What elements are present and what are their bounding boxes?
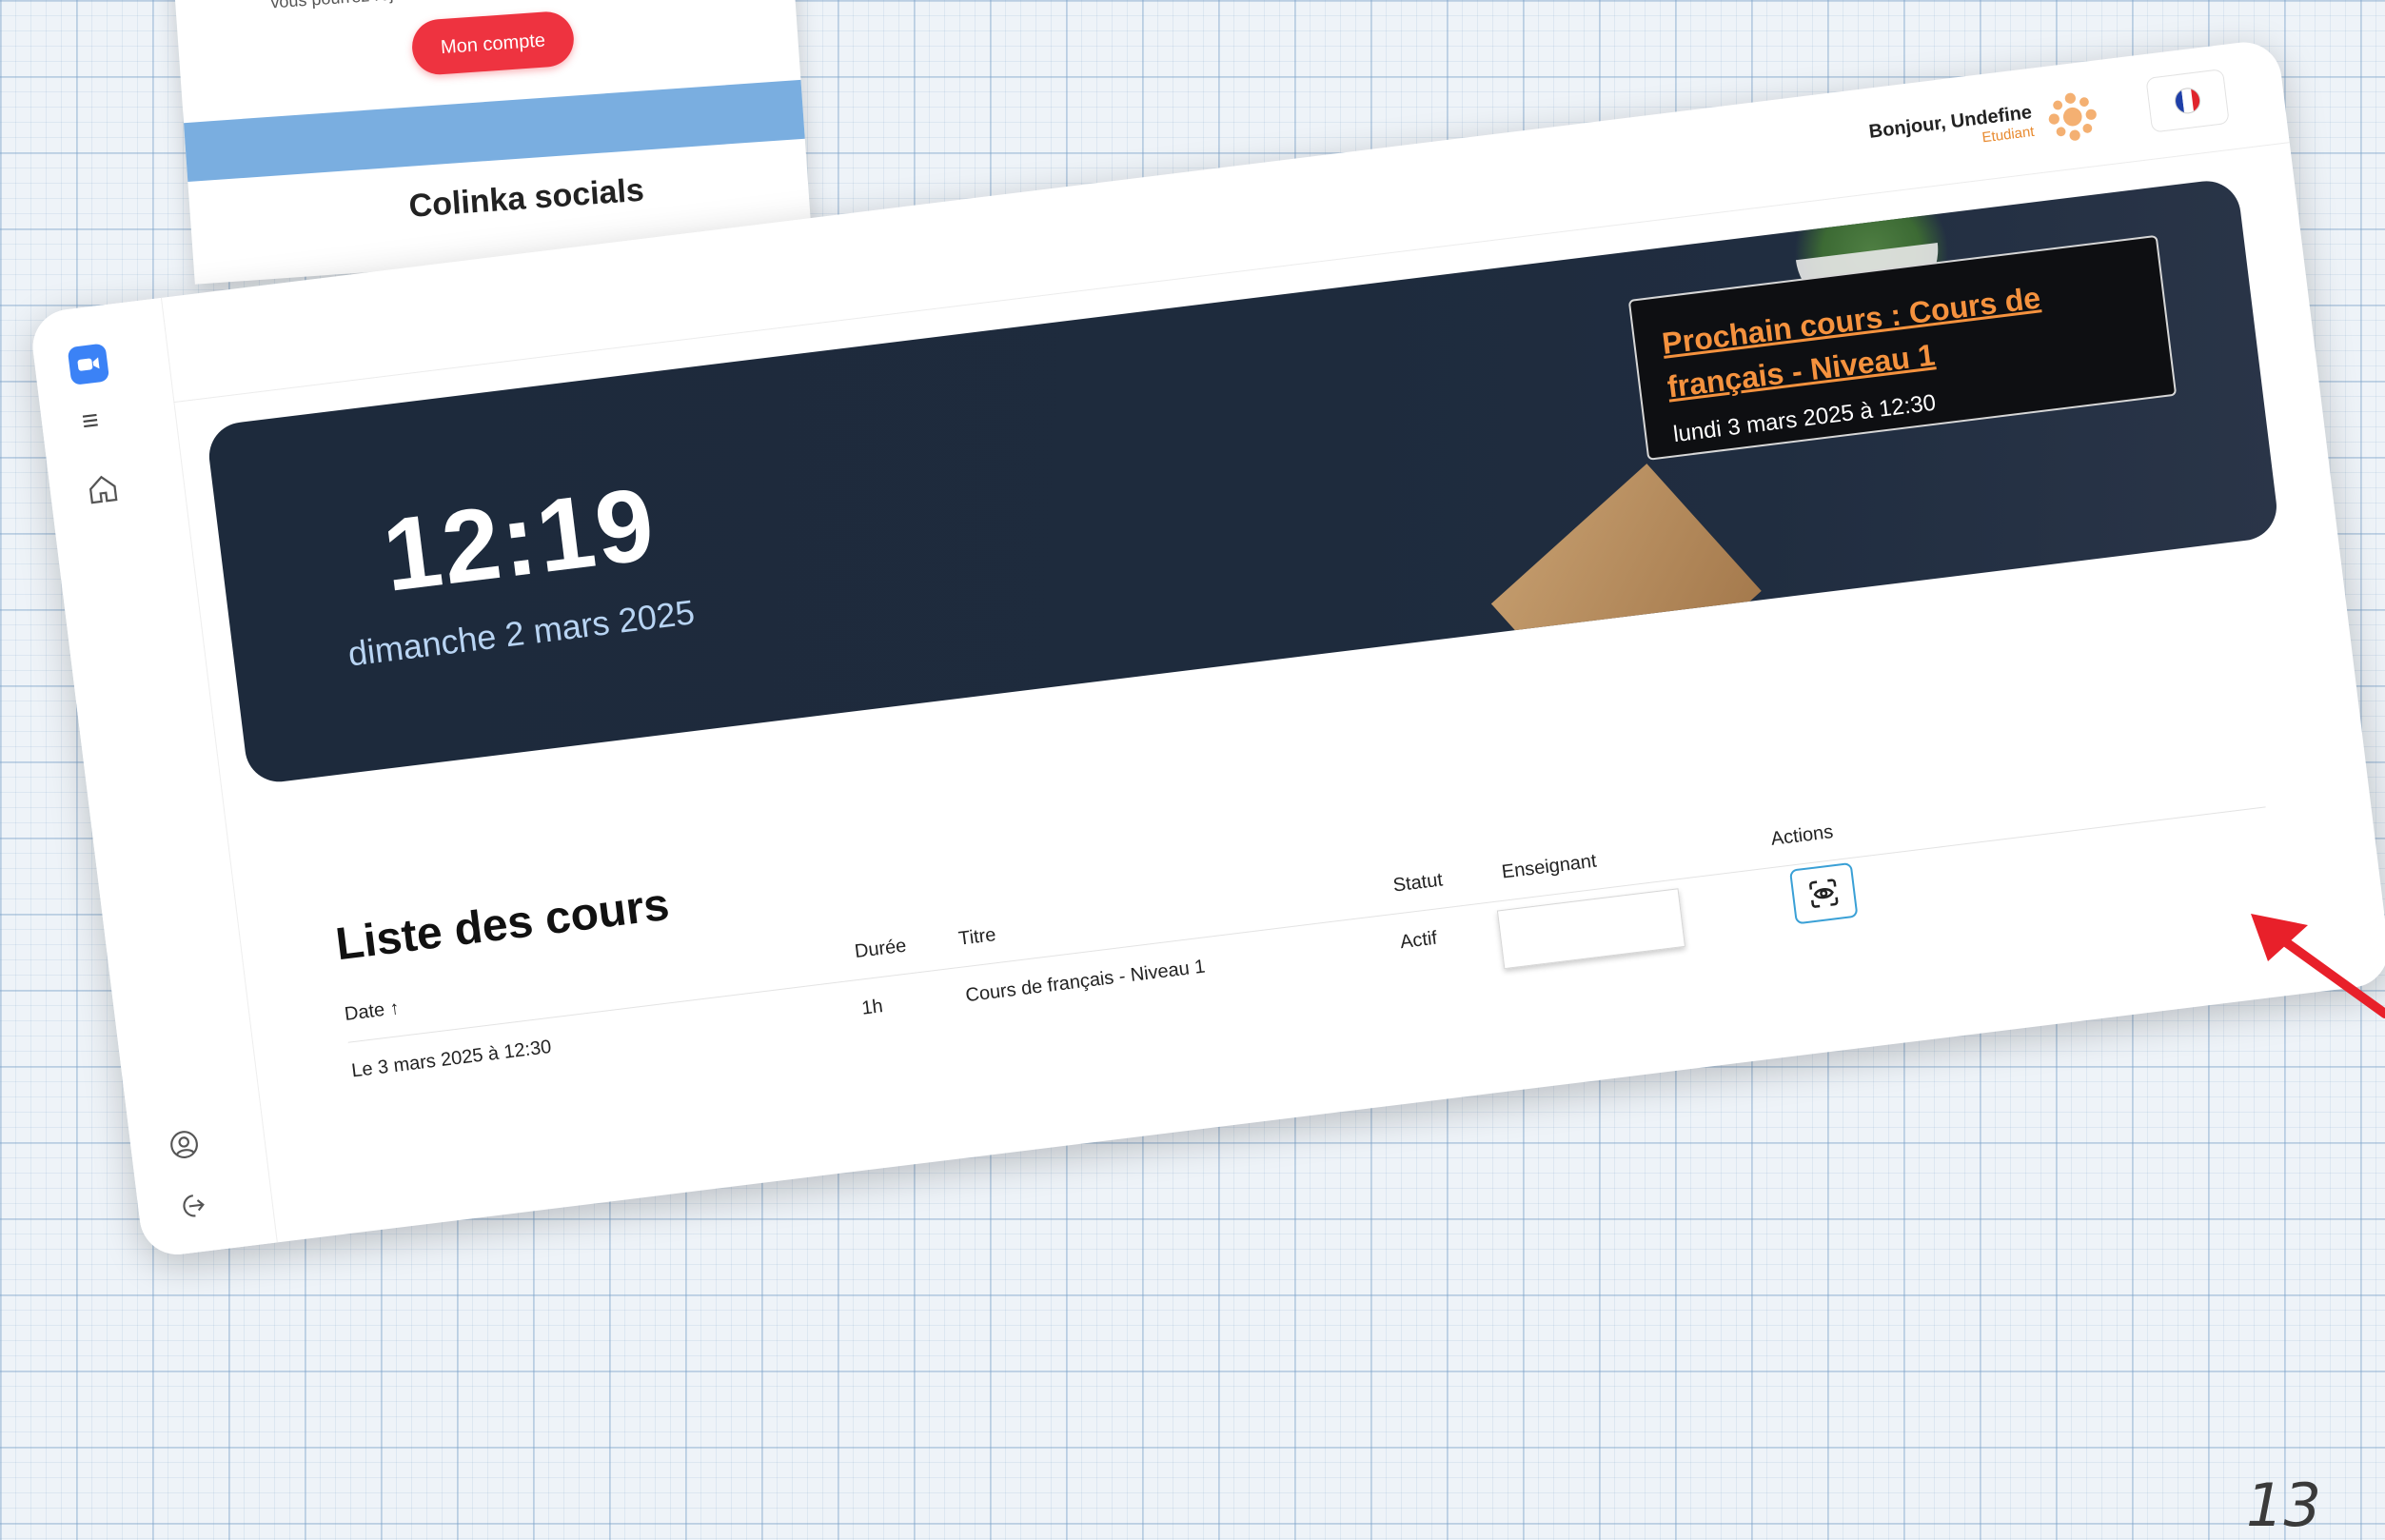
avatar-icon[interactable] [2043, 88, 2103, 151]
home-icon[interactable] [85, 471, 121, 512]
user-greeting: Bonjour, Undefine Etudiant [1868, 102, 2036, 160]
column-teacher: Enseignant [1500, 850, 1598, 883]
cell-teacher [1496, 888, 1685, 970]
wood-decoration [1490, 464, 1762, 732]
cell-title: Cours de français - Niveau 1 [964, 956, 1207, 1007]
email-text: vous pourrez rejoindre le cours [270, 0, 506, 12]
current-time: 12:19 [377, 464, 662, 613]
logout-icon[interactable] [175, 1189, 209, 1228]
app-logo-icon[interactable] [67, 343, 110, 386]
column-date[interactable]: Date ↑ [344, 997, 401, 1026]
language-selector-button[interactable] [2145, 69, 2230, 133]
column-status: Statut [1391, 869, 1445, 897]
column-duration: Durée [853, 935, 908, 963]
cell-duration: 1h [860, 996, 884, 1019]
my-account-button[interactable]: Mon compte [410, 10, 576, 77]
next-course-card: Prochain cours : Cours de français - Niv… [1627, 234, 2178, 461]
profile-icon[interactable] [168, 1128, 202, 1167]
view-course-button[interactable] [1788, 861, 1859, 925]
column-actions: Actions [1769, 821, 1835, 850]
cell-date: Le 3 mars 2025 à 12:30 [350, 1036, 553, 1082]
email-blue-band [184, 79, 805, 183]
eye-scan-icon [1809, 879, 1839, 908]
page-number: 13 [2246, 1471, 2321, 1540]
hamburger-menu-icon[interactable]: ≡ [80, 405, 100, 438]
column-title: Titre [956, 924, 997, 950]
french-flag-icon [2174, 87, 2202, 115]
cell-status: Actif [1398, 927, 1439, 954]
socials-title: Colinka socials [407, 171, 645, 225]
annotation-arrow-icon [2251, 914, 2385, 1018]
